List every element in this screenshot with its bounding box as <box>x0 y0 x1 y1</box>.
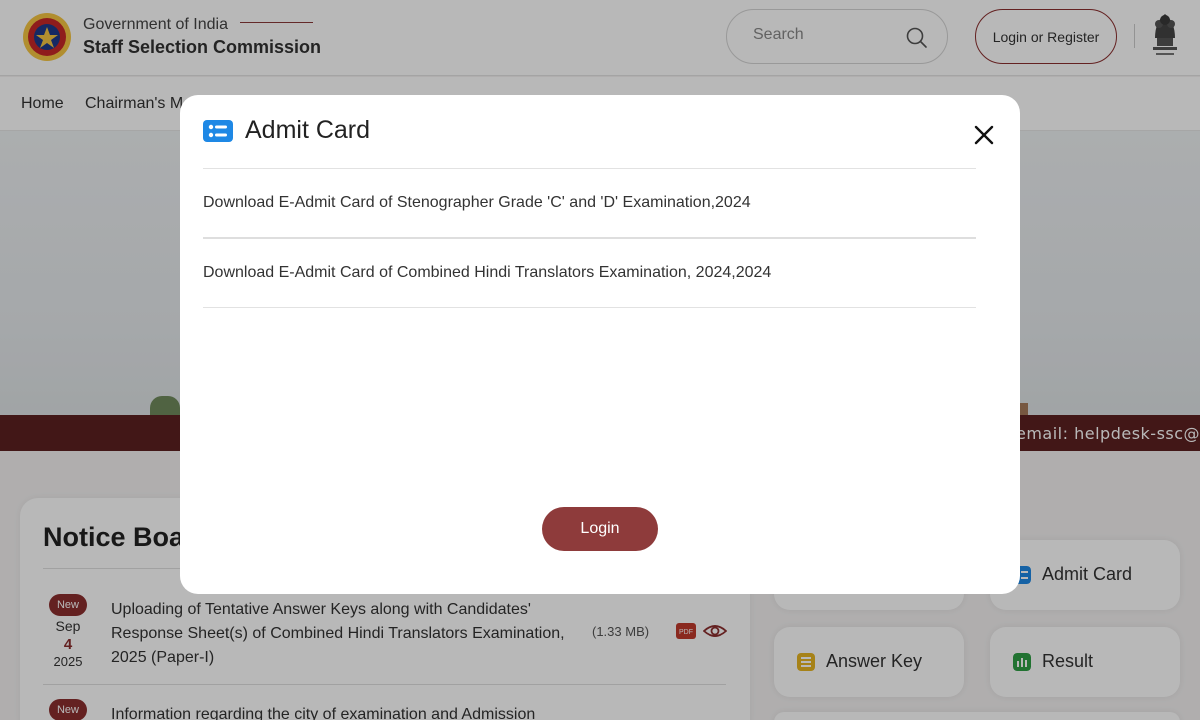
admit-card-icon <box>203 120 233 142</box>
modal-login-button[interactable]: Login <box>542 507 658 551</box>
modal-item-divider <box>203 237 976 239</box>
admit-card-link-hindi-translators[interactable]: Download E-Admit Card of Combined Hindi … <box>203 264 771 282</box>
modal-title: Admit Card <box>245 116 371 144</box>
close-icon[interactable] <box>970 121 998 149</box>
modal-header-divider <box>203 168 976 169</box>
modal-item-divider <box>203 307 976 308</box>
admit-card-link-stenographer[interactable]: Download E-Admit Card of Stenographer Gr… <box>203 194 751 212</box>
admit-card-modal: Admit Card Download E-Admit Card of Sten… <box>180 95 1020 594</box>
